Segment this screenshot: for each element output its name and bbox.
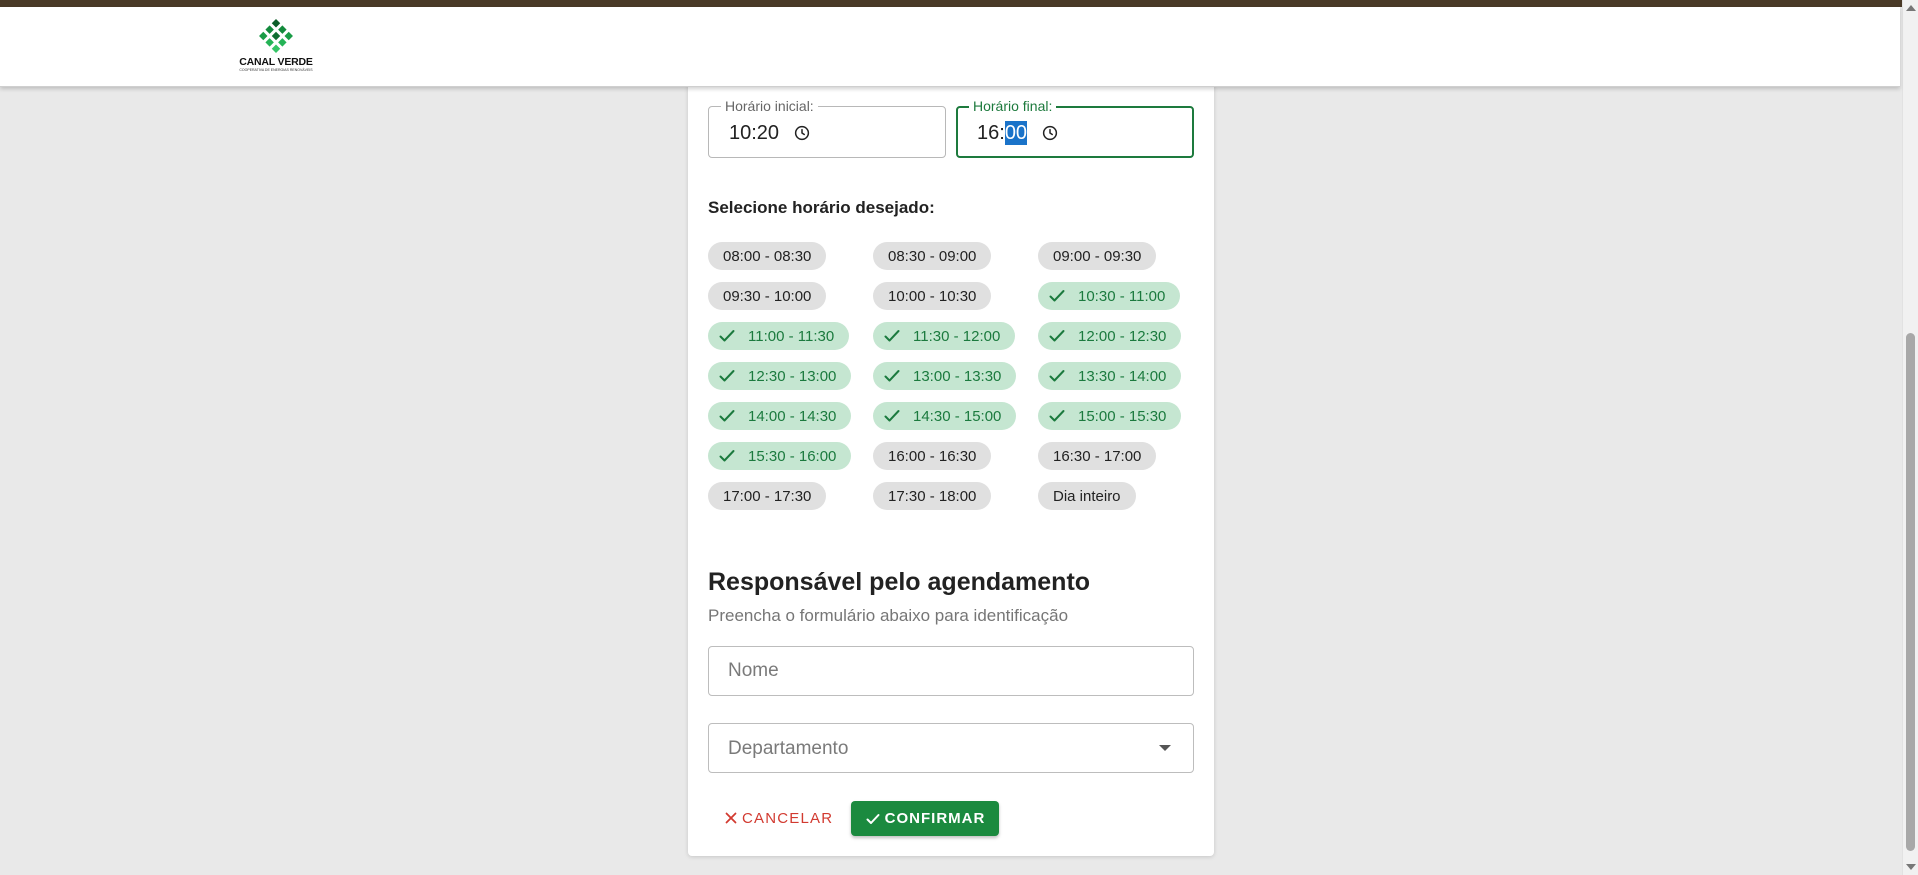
cancel-button[interactable]: CANCELAR — [716, 800, 841, 836]
check-icon — [1049, 410, 1065, 422]
time-slot-chip[interactable]: 16:00 - 16:30 — [873, 442, 992, 470]
end-time-minutes[interactable]: 00 — [1004, 121, 1028, 145]
app-header: CANAL VERDE COOPERATIVA DE ENERGIAS RENO… — [0, 7, 1900, 87]
time-slot-chip[interactable]: 12:00 - 12:30 — [1038, 322, 1182, 350]
cancel-button-label: CANCELAR — [742, 809, 834, 827]
check-icon — [719, 370, 735, 382]
time-slot-chip[interactable]: 13:00 - 13:30 — [873, 362, 1017, 390]
time-slot-label: 16:00 - 16:30 — [888, 447, 977, 465]
time-slot-chip[interactable]: 15:30 - 16:00 — [708, 442, 852, 470]
window-top-strip — [0, 0, 1918, 7]
time-slot-label: 10:30 - 11:00 — [1078, 287, 1166, 305]
logo-subtitle: COOPERATIVA DE ENERGIAS RENOVÁVEIS — [239, 68, 313, 72]
time-slot-chip[interactable]: 09:30 - 10:00 — [708, 282, 827, 310]
clock-icon[interactable] — [1041, 124, 1059, 142]
scroll-down-arrow[interactable] — [1906, 864, 1916, 870]
check-icon — [1049, 370, 1065, 382]
time-slot-grid: 08:00 - 08:30 08:30 - 09:00 09:00 - 09:30 0… — [708, 242, 1188, 510]
time-slot-label: 16:30 - 17:00 — [1053, 447, 1142, 465]
time-slot-label: 15:00 - 15:30 — [1078, 407, 1167, 425]
start-time-value-wrap[interactable]: 10:20 — [729, 121, 811, 145]
logo-text: CANAL VERDE — [239, 56, 313, 68]
time-slot-label: 14:30 - 15:00 — [913, 407, 1002, 425]
time-slot-chip[interactable]: 14:30 - 15:00 — [873, 402, 1017, 430]
time-slot-chip[interactable]: 14:00 - 14:30 — [708, 402, 852, 430]
time-slot-chip[interactable]: 16:30 - 17:00 — [1038, 442, 1157, 470]
time-slot-chip[interactable]: 11:00 - 11:30 — [708, 322, 850, 350]
check-icon — [866, 813, 880, 824]
time-slot-chip[interactable]: 17:00 - 17:30 — [708, 482, 827, 510]
time-slot-chip[interactable]: 08:00 - 08:30 — [708, 242, 827, 270]
confirm-button[interactable]: CONFIRMAR — [851, 801, 999, 836]
check-icon — [1049, 290, 1065, 302]
check-icon — [719, 450, 735, 462]
confirm-button-label: CONFIRMAR — [884, 810, 986, 827]
time-slot-chip[interactable]: 10:00 - 10:30 — [873, 282, 992, 310]
close-icon — [725, 812, 737, 824]
time-slot-chip[interactable]: 09:00 - 09:30 — [1038, 242, 1157, 270]
end-time-label: Horário final: — [969, 98, 1057, 114]
end-time-field[interactable]: Horário final: 16:00 — [956, 98, 1194, 158]
department-placeholder: Departamento — [728, 738, 849, 759]
check-icon — [884, 370, 900, 382]
time-slot-label: 17:30 - 18:00 — [888, 487, 977, 505]
logo[interactable]: CANAL VERDE COOPERATIVA DE ENERGIAS RENO… — [236, 17, 316, 79]
time-slot-chip[interactable]: Dia inteiro — [1038, 482, 1136, 510]
time-slot-label: 09:00 - 09:30 — [1053, 247, 1142, 265]
time-slot-chip[interactable]: 11:30 - 12:00 — [873, 322, 1016, 350]
time-slot-label: 08:30 - 09:00 — [888, 247, 977, 265]
time-slot-chip[interactable]: 10:30 - 11:00 — [1038, 282, 1181, 310]
check-icon — [884, 330, 900, 342]
time-slot-label: 11:30 - 12:00 — [913, 327, 1001, 345]
clock-icon[interactable] — [793, 124, 811, 142]
time-slot-label: 13:30 - 14:00 — [1078, 367, 1167, 385]
time-slot-chip[interactable]: 12:30 - 13:00 — [708, 362, 852, 390]
page-scrollbar[interactable] — [1902, 0, 1918, 875]
time-slot-chip[interactable]: 15:00 - 15:30 — [1038, 402, 1182, 430]
time-slot-chip[interactable]: 17:30 - 18:00 — [873, 482, 992, 510]
scrollbar-thumb[interactable] — [1906, 333, 1915, 851]
time-slot-label: 15:30 - 16:00 — [748, 447, 837, 465]
department-select[interactable]: Departamento — [708, 723, 1194, 773]
start-time-label: Horário inicial: — [721, 98, 818, 114]
slot-section-label: Selecione horário desejado: — [708, 198, 935, 217]
time-slot-chip[interactable]: 08:30 - 09:00 — [873, 242, 992, 270]
name-input[interactable] — [709, 647, 1193, 695]
check-icon — [719, 330, 735, 342]
end-time-hour[interactable]: 16 — [977, 121, 999, 145]
time-slot-label: 17:00 - 17:30 — [723, 487, 812, 505]
logo-icon — [259, 19, 293, 53]
time-slot-label: 12:00 - 12:30 — [1078, 327, 1167, 345]
responsible-title: Responsável pelo agendamento — [708, 568, 1091, 596]
scroll-up-arrow[interactable] — [1906, 5, 1916, 11]
time-slot-label: 14:00 - 14:30 — [748, 407, 837, 425]
chevron-down-icon[interactable] — [1159, 745, 1171, 751]
time-slot-label: 08:00 - 08:30 — [723, 247, 812, 265]
check-icon — [719, 410, 735, 422]
time-slot-chip[interactable]: 13:30 - 14:00 — [1038, 362, 1182, 390]
name-field[interactable] — [708, 646, 1194, 696]
start-time-field[interactable]: Horário inicial: 10:20 — [708, 98, 946, 158]
responsible-subtitle: Preencha o formulário abaixo para identi… — [708, 606, 1069, 625]
end-time-value-wrap[interactable]: 16:00 — [977, 121, 1059, 145]
check-icon — [1049, 330, 1065, 342]
time-slot-label: 10:00 - 10:30 — [888, 287, 977, 305]
time-slot-label: 12:30 - 13:00 — [748, 367, 837, 385]
time-slot-label: 09:30 - 10:00 — [723, 287, 812, 305]
time-slot-label: Dia inteiro — [1053, 487, 1121, 505]
time-slot-label: 13:00 - 13:30 — [913, 367, 1002, 385]
time-slot-label: 11:00 - 11:30 — [748, 327, 835, 345]
check-icon — [884, 410, 900, 422]
start-time-value[interactable]: 10:20 — [729, 121, 779, 145]
